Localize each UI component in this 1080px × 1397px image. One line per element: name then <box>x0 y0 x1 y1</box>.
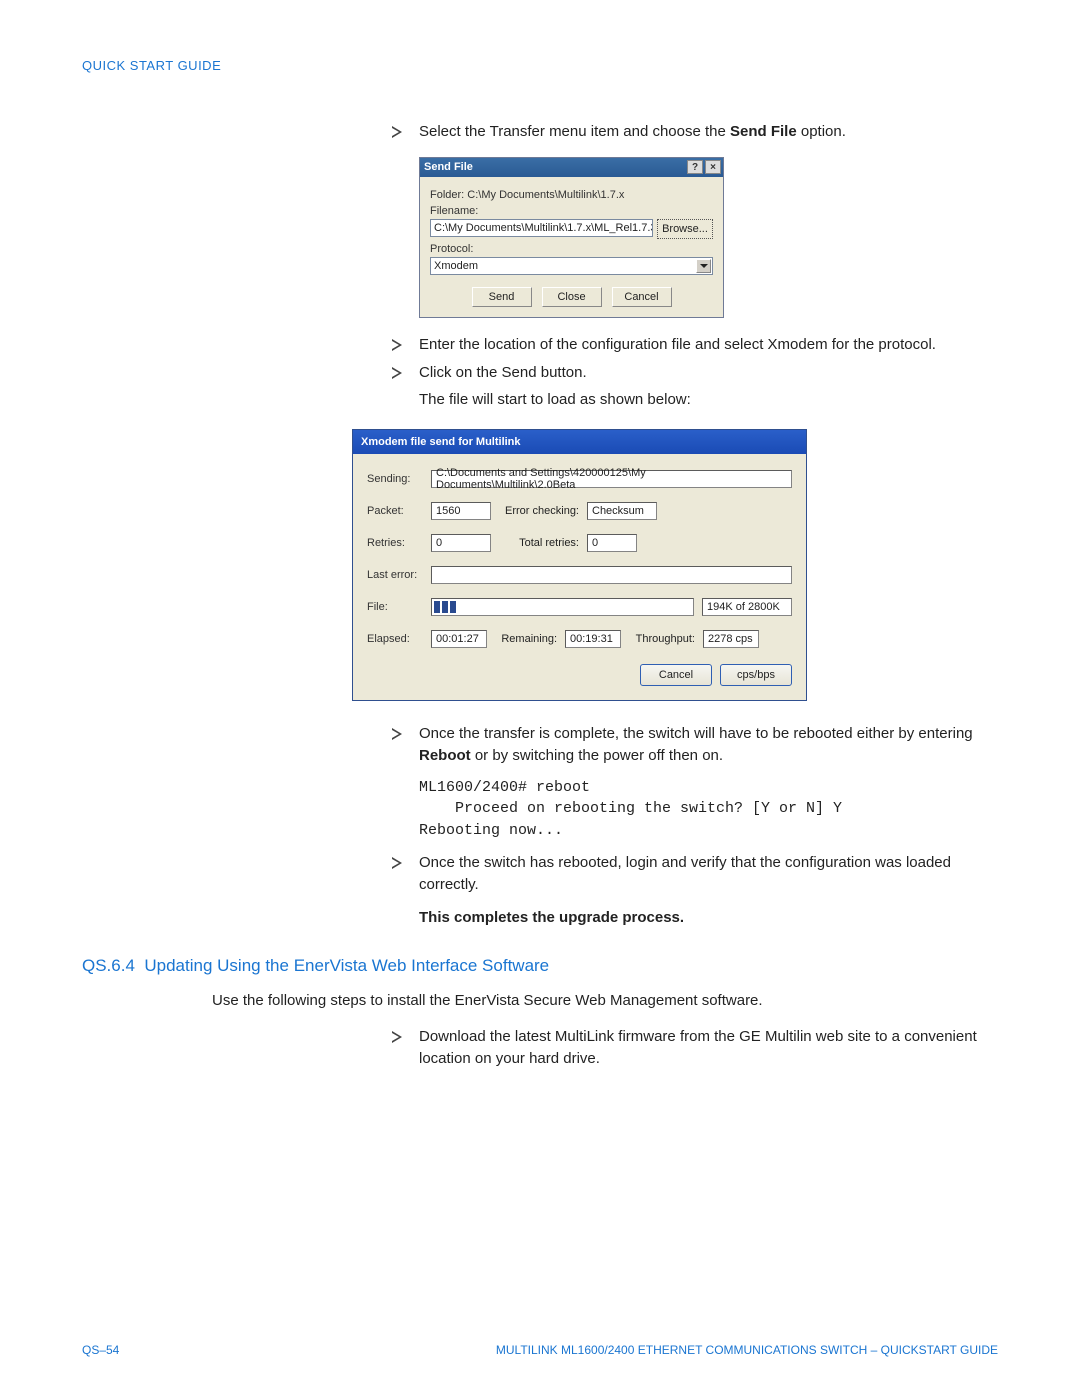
last-error-label: Last error: <box>367 569 423 581</box>
sending-label: Sending: <box>367 473 423 485</box>
close-icon[interactable]: × <box>705 160 721 174</box>
packet-value: 1560 <box>431 502 491 520</box>
dialog-title: Xmodem file send for Multilink <box>353 430 806 454</box>
step-3-sub: The file will start to load as shown bel… <box>419 389 998 411</box>
retries-label: Retries: <box>367 537 423 549</box>
sending-value: C:\Documents and Settings\420000125\My D… <box>431 470 792 488</box>
packet-label: Packet: <box>367 505 423 517</box>
step-text: Enter the location of the configuration … <box>419 334 998 356</box>
step-text: Click on the Send button. <box>419 362 998 384</box>
bullet-icon <box>392 852 409 896</box>
text-bold: Send File <box>730 123 797 140</box>
dropdown-value: Xmodem <box>434 260 478 272</box>
bullet-icon <box>392 334 409 356</box>
throughput-value: 2278 cps <box>703 630 759 648</box>
step-text: Download the latest MultiLink firmware f… <box>419 1026 998 1070</box>
send-file-dialog: Send File ? × Folder: C:\My Documents\Mu… <box>419 157 724 318</box>
folder-line: Folder: C:\My Documents\Multilink\1.7.x <box>430 189 713 201</box>
bullet-icon <box>392 723 409 767</box>
step-5: Once the switch has rebooted, login and … <box>392 852 998 896</box>
complete-note: This completes the upgrade process. <box>419 909 998 926</box>
page-number: QS–54 <box>82 1343 119 1357</box>
step-2: Enter the location of the configuration … <box>392 334 998 356</box>
code-line: ML1600/2400# reboot <box>419 777 998 799</box>
filename-input[interactable]: C:\My Documents\Multilink\1.7.x\ML_Rel1.… <box>430 219 653 237</box>
dialog-titlebar: Send File ? × <box>420 158 723 177</box>
code-line: Proceed on rebooting the switch? [Y or N… <box>419 798 998 820</box>
protocol-label: Protocol: <box>430 243 713 255</box>
section-number: QS.6.4 <box>82 956 135 975</box>
file-label: File: <box>367 601 423 613</box>
send-button[interactable]: Send <box>472 287 532 307</box>
error-checking-value: Checksum <box>587 502 657 520</box>
help-icon[interactable]: ? <box>687 160 703 174</box>
throughput-label: Throughput: <box>629 633 695 645</box>
remaining-label: Remaining: <box>495 633 557 645</box>
code-block: ML1600/2400# reboot Proceed on rebooting… <box>419 777 998 842</box>
step-text: Once the transfer is complete, the switc… <box>419 723 998 767</box>
elapsed-label: Elapsed: <box>367 633 423 645</box>
chevron-down-icon[interactable] <box>696 259 711 273</box>
text: Once the transfer is complete, the switc… <box>419 725 973 742</box>
step-text: Once the switch has rebooted, login and … <box>419 852 998 896</box>
cancel-button[interactable]: Cancel <box>612 287 672 307</box>
text-bold: Reboot <box>419 747 471 764</box>
step-4: Once the transfer is complete, the switc… <box>392 723 998 767</box>
step-1: Select the Transfer menu item and choose… <box>392 121 998 143</box>
footer-title: MULTILINK ML1600/2400 ETHERNET COMMUNICA… <box>496 1343 998 1357</box>
step-3: Click on the Send button. <box>392 362 998 384</box>
protocol-dropdown[interactable]: Xmodem <box>430 257 713 275</box>
bullet-icon <box>392 1026 409 1070</box>
error-checking-label: Error checking: <box>499 505 579 517</box>
xmodem-dialog: Xmodem file send for Multilink Sending: … <box>352 429 807 701</box>
elapsed-value: 00:01:27 <box>431 630 487 648</box>
text: Select the Transfer menu item and choose… <box>419 123 730 140</box>
retries-value: 0 <box>431 534 491 552</box>
step-text: Select the Transfer menu item and choose… <box>419 121 998 143</box>
page-footer: QS–54 MULTILINK ML1600/2400 ETHERNET COM… <box>82 1343 998 1357</box>
close-button[interactable]: Close <box>542 287 602 307</box>
last-error-value <box>431 566 792 584</box>
file-of-value: 194K of 2800K <box>702 598 792 616</box>
step-6: Download the latest MultiLink firmware f… <box>392 1026 998 1070</box>
cps-button[interactable]: cps/bps <box>720 664 792 686</box>
code-line: Rebooting now... <box>419 820 998 842</box>
page-header: QUICK START GUIDE <box>82 58 998 73</box>
text: option. <box>797 123 846 140</box>
filename-label: Filename: <box>430 205 713 217</box>
bullet-icon <box>392 362 409 384</box>
total-retries-value: 0 <box>587 534 637 552</box>
remaining-value: 00:19:31 <box>565 630 621 648</box>
section-intro: Use the following steps to install the E… <box>212 990 998 1012</box>
section-title: Updating Using the EnerVista Web Interfa… <box>144 956 549 975</box>
browse-button[interactable]: Browse... <box>657 219 713 239</box>
text: or by switching the power off then on. <box>471 747 723 764</box>
cancel-button[interactable]: Cancel <box>640 664 712 686</box>
section-heading: QS.6.4 Updating Using the EnerVista Web … <box>82 956 998 976</box>
total-retries-label: Total retries: <box>499 537 579 549</box>
dialog-title: Send File <box>424 161 685 173</box>
progress-bar <box>431 598 694 616</box>
bullet-icon <box>392 121 409 143</box>
